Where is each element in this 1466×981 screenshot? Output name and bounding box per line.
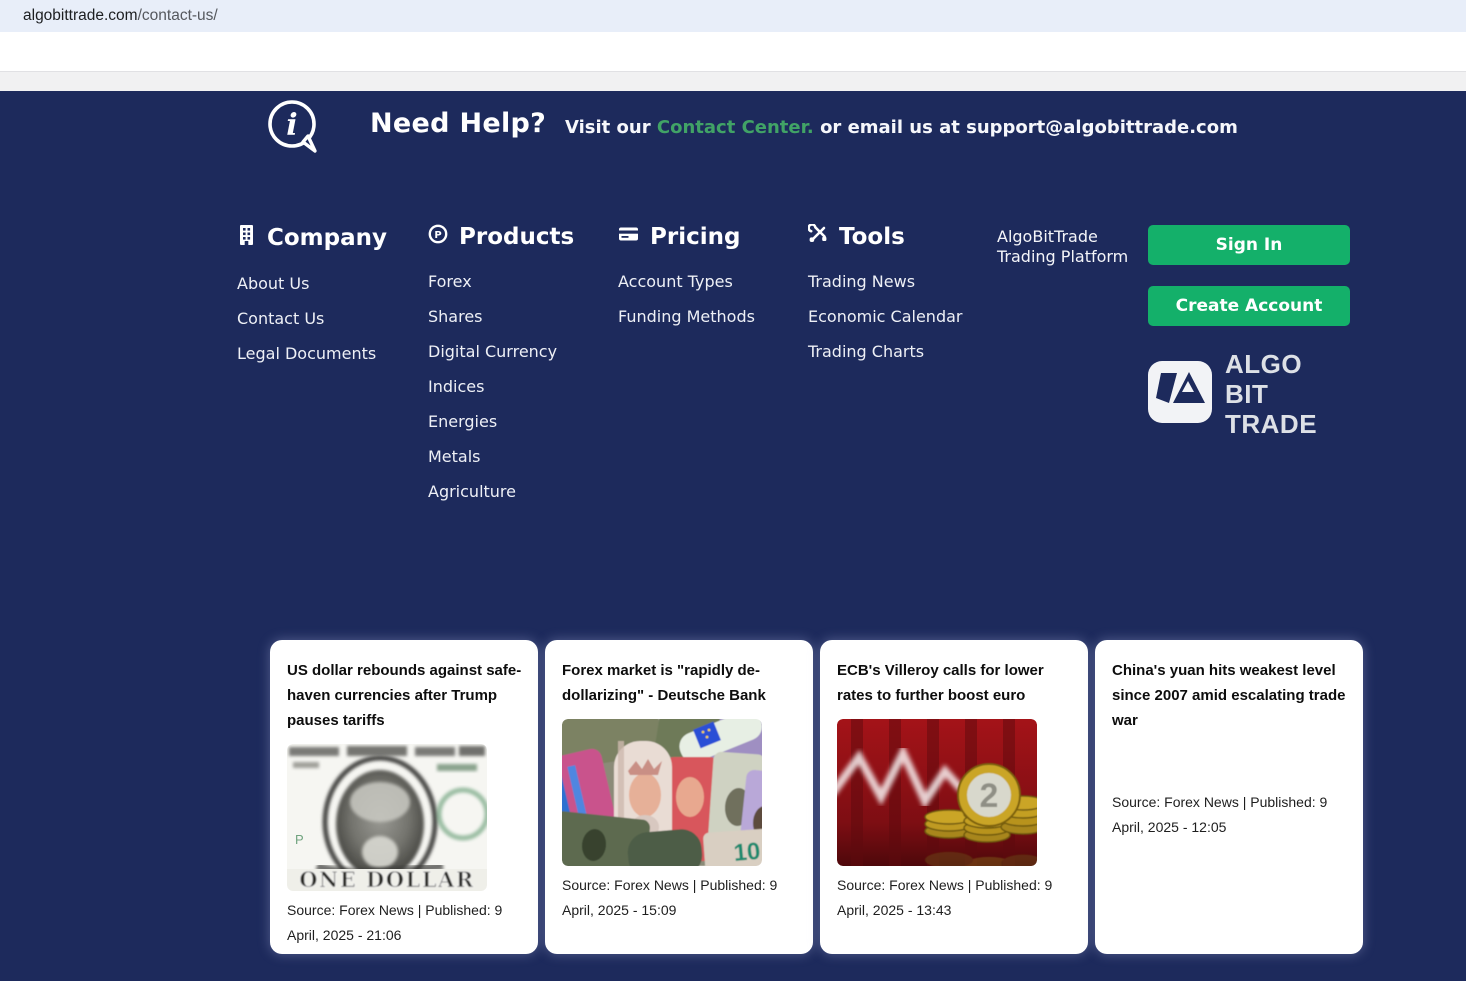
- svg-text:i: i: [286, 108, 297, 143]
- logo-line-2: TRADE: [1225, 409, 1318, 439]
- footer-link-account-types[interactable]: Account Types: [618, 274, 755, 290]
- pricing-column-header: Pricing: [618, 224, 755, 250]
- company-column-title: Company: [267, 225, 387, 251]
- algobittrade-logo[interactable]: ALGO BIT TRADE: [1148, 349, 1350, 439]
- note-ten-numeral: 10: [733, 838, 762, 866]
- footer-link-forex[interactable]: Forex: [428, 274, 574, 290]
- footer-link-digital-currency[interactable]: Digital Currency: [428, 344, 574, 360]
- footer-link-shares[interactable]: Shares: [428, 309, 574, 325]
- site-footer: i Need Help? Visit our Contact Center. o…: [0, 91, 1466, 981]
- one-dollar-bill-image: P ONE DOLLAR: [287, 744, 487, 891]
- dollar-bill-caption: ONE DOLLAR: [299, 867, 475, 891]
- news-card-source: Source: Forex News | Published: 9 April,…: [1112, 794, 1328, 835]
- footer-link-contact-us[interactable]: Contact Us: [237, 311, 387, 327]
- news-card-ecb-villeroy[interactable]: ECB's Villeroy calls for lower rates to …: [820, 640, 1088, 954]
- news-card-source: Source: Forex News | Published: 9 April,…: [287, 902, 503, 943]
- url-path: /contact-us/: [137, 7, 218, 24]
- footer-column-products: P Products Forex Shares Digital Currency…: [428, 224, 574, 519]
- euro-coin-numeral: 2: [980, 777, 999, 815]
- tools-column-title: Tools: [839, 224, 905, 250]
- svg-text:P: P: [295, 832, 304, 847]
- footer-column-tools: Tools Trading News Economic Calendar Tra…: [807, 223, 962, 379]
- footer-column-pricing: Pricing Account Types Funding Methods: [618, 224, 755, 344]
- footer-actions: Sign In Create Account ALGO BIT TRADE: [1148, 225, 1350, 439]
- footer-link-energies[interactable]: Energies: [428, 414, 574, 430]
- circle-p-icon: P: [428, 224, 448, 250]
- create-account-button[interactable]: Create Account: [1148, 286, 1350, 326]
- news-card-forex-market[interactable]: Forex market is "rapidly de-dollarizing"…: [545, 640, 813, 954]
- url-bar[interactable]: algobittrade.com/contact-us/: [0, 0, 1466, 32]
- news-card-row: US dollar rebounds against safe-haven cu…: [270, 640, 1363, 954]
- url-domain: algobittrade.com: [23, 7, 138, 24]
- help-text-pre: Visit our: [565, 117, 651, 138]
- news-card-title[interactable]: China's yuan hits weakest level since 20…: [1112, 658, 1347, 733]
- footer-link-indices[interactable]: Indices: [428, 379, 574, 395]
- products-column-header: P Products: [428, 224, 574, 250]
- algobittrade-logo-icon: [1148, 361, 1212, 427]
- footer-link-economic-calendar[interactable]: Economic Calendar: [808, 309, 962, 325]
- sign-in-button[interactable]: Sign In: [1148, 225, 1350, 265]
- info-bubble-icon: i: [264, 98, 322, 158]
- news-card-title[interactable]: Forex market is "rapidly de-dollarizing"…: [562, 658, 797, 708]
- tools-icon: [807, 223, 828, 250]
- footer-link-trading-news[interactable]: Trading News: [808, 274, 962, 290]
- footer-column-company: Company About Us Contact Us Legal Docume…: [237, 224, 387, 381]
- help-text: Visit our Contact Center. or email us at…: [565, 117, 1238, 138]
- footer-link-legal-documents[interactable]: Legal Documents: [237, 346, 387, 362]
- rolled-currency-notes-image: 10: [562, 719, 762, 866]
- news-card-china-yuan[interactable]: China's yuan hits weakest level since 20…: [1095, 640, 1363, 954]
- building-icon: [237, 224, 256, 252]
- platform-label: AlgoBitTrade Trading Platform: [997, 227, 1129, 266]
- euro-coins-red-chart-image: 2: [837, 719, 1037, 866]
- contact-center-link[interactable]: Contact Center.: [657, 117, 814, 138]
- tools-column-header: Tools: [807, 223, 962, 250]
- footer-link-metals[interactable]: Metals: [428, 449, 574, 465]
- news-card-source: Source: Forex News | Published: 9 April,…: [562, 877, 778, 918]
- credit-card-icon: [618, 224, 639, 250]
- footer-link-about-us[interactable]: About Us: [237, 276, 387, 292]
- footer-link-agriculture[interactable]: Agriculture: [428, 484, 574, 500]
- need-help-heading: Need Help?: [370, 108, 547, 139]
- help-text-post: or email us at support@algobittrade.com: [820, 117, 1238, 138]
- svg-text:P: P: [434, 230, 441, 241]
- footer-link-trading-charts[interactable]: Trading Charts: [808, 344, 962, 360]
- logo-line-1: ALGO BIT: [1225, 349, 1303, 409]
- page-divider-strip: [0, 71, 1466, 91]
- products-column-title: Products: [459, 224, 575, 250]
- company-column-header: Company: [237, 224, 387, 252]
- news-card-us-dollar[interactable]: US dollar rebounds against safe-haven cu…: [270, 640, 538, 954]
- pricing-column-title: Pricing: [650, 224, 741, 250]
- news-card-title[interactable]: ECB's Villeroy calls for lower rates to …: [837, 658, 1072, 708]
- algobittrade-logo-text: ALGO BIT TRADE: [1225, 349, 1350, 439]
- news-card-title[interactable]: US dollar rebounds against safe-haven cu…: [287, 658, 522, 733]
- news-card-source: Source: Forex News | Published: 9 April,…: [837, 877, 1053, 918]
- footer-link-funding-methods[interactable]: Funding Methods: [618, 309, 755, 325]
